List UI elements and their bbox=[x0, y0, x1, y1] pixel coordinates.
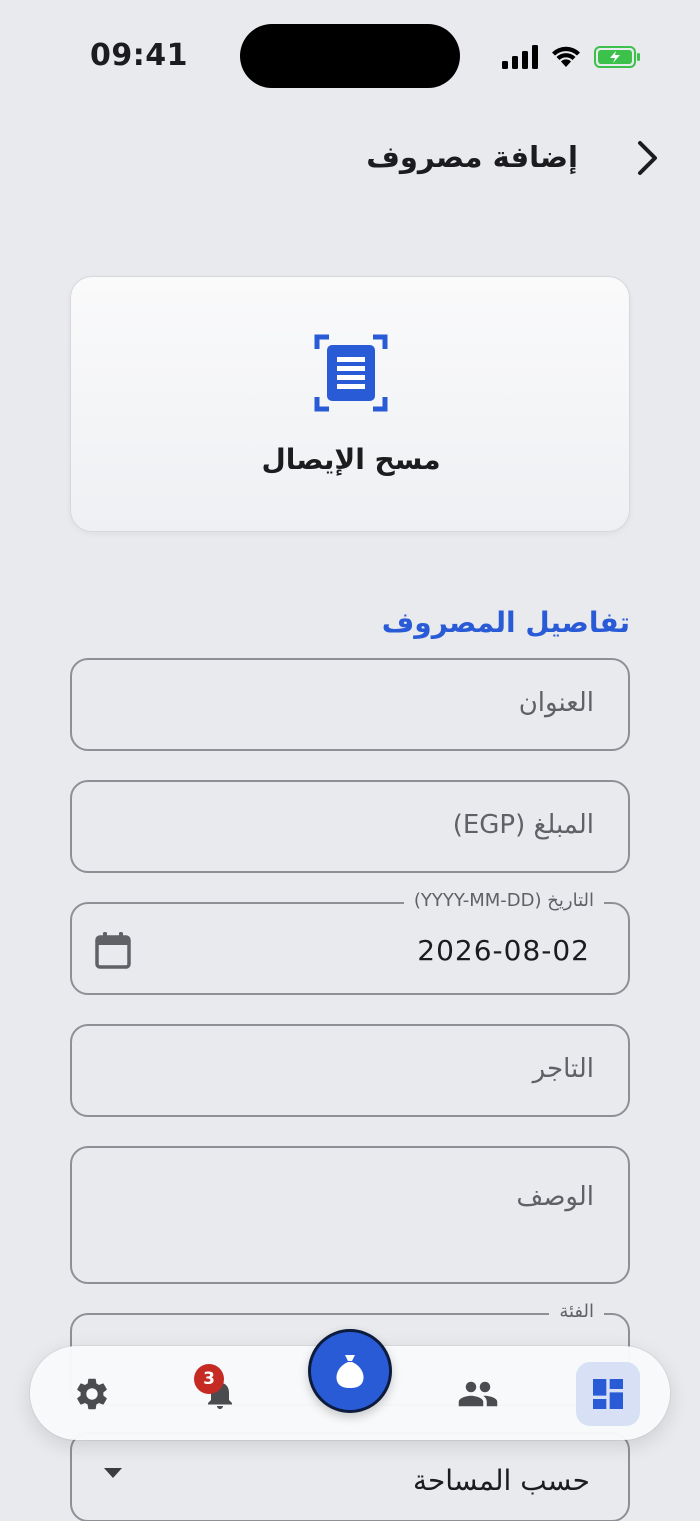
signal-icon bbox=[502, 45, 538, 69]
merchant-field[interactable]: التاجر bbox=[70, 1024, 630, 1117]
back-button[interactable] bbox=[630, 136, 666, 180]
split-method-field[interactable]: حسب المساحة bbox=[70, 1432, 630, 1521]
app-header: إضافة مصروف bbox=[0, 130, 700, 190]
nav-people[interactable] bbox=[446, 1362, 510, 1426]
scan-receipt-label: مسح الإيصال bbox=[261, 443, 441, 476]
notification-badge: 3 bbox=[194, 1364, 224, 1394]
settings-icon bbox=[77, 1378, 107, 1410]
chevron-right-icon bbox=[638, 141, 657, 175]
document-scanner-icon bbox=[314, 334, 388, 412]
amount-placeholder: المبلغ (EGP) bbox=[452, 810, 594, 840]
people-icon bbox=[458, 1381, 498, 1407]
wifi-icon bbox=[552, 46, 580, 67]
calendar-icon[interactable] bbox=[94, 930, 132, 970]
nav-settings[interactable] bbox=[60, 1362, 124, 1426]
date-field[interactable]: التاريخ (YYYY-MM-DD) 2026-08-02 bbox=[70, 890, 630, 995]
scan-receipt-button[interactable]: مسح الإيصال bbox=[70, 276, 630, 532]
page-title: إضافة مصروف bbox=[366, 140, 578, 174]
battery-icon bbox=[594, 46, 640, 68]
add-expense-fab[interactable] bbox=[308, 1329, 392, 1413]
dynamic-island bbox=[240, 24, 460, 88]
system-icons bbox=[502, 42, 642, 72]
dropdown-arrow-icon bbox=[104, 1468, 122, 1478]
merchant-placeholder: التاجر bbox=[532, 1054, 594, 1084]
category-label: الفئة bbox=[549, 1301, 604, 1322]
money-bag-icon bbox=[336, 1355, 364, 1388]
status-time: 09:41 bbox=[90, 38, 188, 73]
nav-dashboard[interactable] bbox=[576, 1362, 640, 1426]
split-method-value: حسب المساحة bbox=[412, 1464, 590, 1497]
date-label: التاريخ (YYYY-MM-DD) bbox=[403, 890, 604, 911]
title-placeholder: العنوان bbox=[518, 688, 594, 718]
status-bar: 09:41 bbox=[0, 0, 700, 110]
amount-field[interactable]: المبلغ (EGP) bbox=[70, 780, 630, 873]
description-field[interactable]: الوصف bbox=[70, 1146, 630, 1284]
description-placeholder: الوصف bbox=[516, 1182, 594, 1212]
title-field[interactable]: العنوان bbox=[70, 658, 630, 751]
date-value: 2026-08-02 bbox=[417, 934, 590, 967]
dashboard-icon bbox=[593, 1379, 623, 1409]
section-title: تفاصيل المصروف bbox=[381, 606, 630, 639]
